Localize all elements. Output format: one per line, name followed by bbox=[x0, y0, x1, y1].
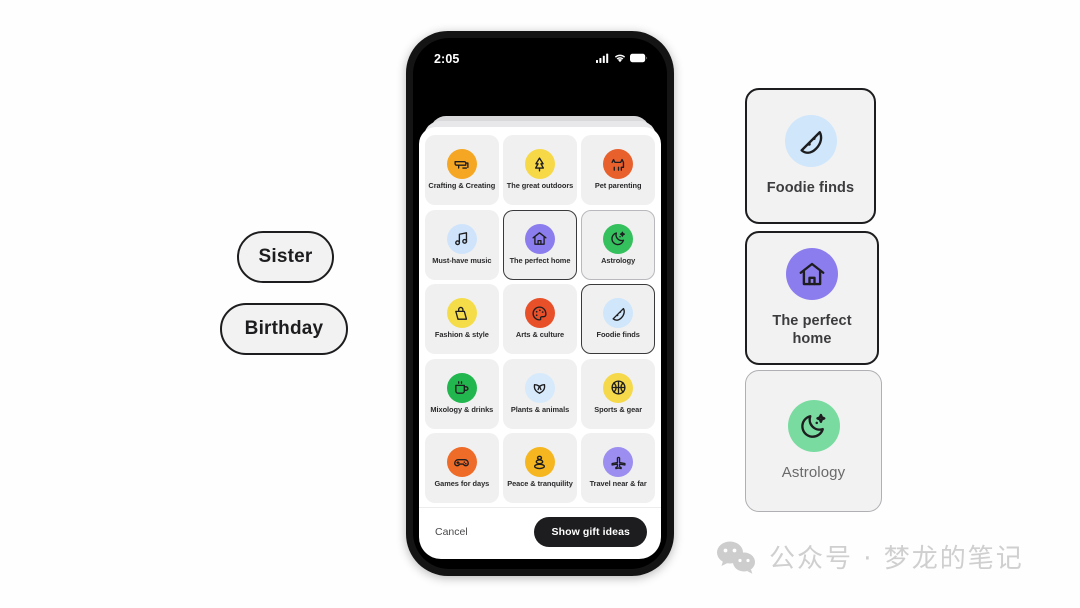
category-tile-astrology[interactable]: Astrology bbox=[581, 209, 655, 280]
moon-stars-icon bbox=[603, 223, 634, 254]
stacked-stones-icon bbox=[524, 447, 555, 478]
phone-mockup: 2:05 Crafting & Creating The great outdo… bbox=[406, 31, 674, 576]
category-tile-the-perfect-home[interactable]: The perfect home bbox=[503, 209, 577, 280]
house-icon bbox=[524, 223, 555, 254]
music-note-icon bbox=[446, 223, 477, 254]
category-tile-grid: Crafting & Creating The great outdoors Pet… bbox=[425, 135, 655, 503]
category-tile-label: Peace & tranquility bbox=[507, 479, 573, 489]
selected-card-astrology[interactable]: Astrology bbox=[745, 370, 882, 512]
category-tile-label: Mixology & drinks bbox=[430, 404, 494, 414]
category-tile-plants-animals[interactable]: Plants & animals bbox=[503, 358, 577, 429]
category-tile-label: Foodie finds bbox=[596, 330, 640, 340]
category-tile-crafting-creating[interactable]: Crafting & Creating bbox=[425, 135, 499, 205]
category-tile-sports-gear[interactable]: Sports & gear bbox=[581, 358, 655, 429]
dog-icon bbox=[603, 149, 634, 180]
pill-sister-label: Sister bbox=[258, 246, 313, 267]
category-tile-label: Crafting & Creating bbox=[428, 181, 496, 191]
selected-card-the-perfect-home[interactable]: The perfect home bbox=[745, 231, 879, 365]
watermark-text: 公众号 · 梦龙的笔记 bbox=[769, 544, 1024, 574]
cellular-signal-icon bbox=[596, 50, 609, 68]
house-icon bbox=[786, 248, 838, 300]
category-tile-label: Travel near & far bbox=[589, 479, 647, 489]
moon-stars-icon bbox=[787, 400, 840, 452]
mug-icon bbox=[446, 372, 477, 403]
watermark: 公众号 · 梦龙的笔记 bbox=[716, 538, 1024, 575]
phone-notch bbox=[497, 44, 583, 68]
leaves-icon bbox=[524, 372, 555, 403]
pizza-slice-icon bbox=[784, 115, 837, 167]
selected-card-foodie-finds[interactable]: Foodie finds bbox=[745, 88, 876, 224]
category-tile-label: Sports & gear bbox=[594, 404, 643, 414]
category-tile-label: Arts & culture bbox=[515, 330, 565, 340]
selected-card-foodie-finds-label: Foodie finds bbox=[766, 180, 855, 196]
category-tile-peace-tranquility[interactable]: Peace & tranquility bbox=[503, 433, 577, 503]
basketball-icon bbox=[603, 372, 634, 403]
show-gift-ideas-button[interactable]: Show gift ideas bbox=[534, 516, 647, 547]
sheet-footer: Cancel Show gift ideas bbox=[419, 507, 661, 559]
status-bar-time: 2:05 bbox=[434, 52, 460, 66]
tree-icon bbox=[524, 149, 555, 180]
pizza-slice-icon bbox=[603, 298, 634, 329]
cancel-button[interactable]: Cancel bbox=[435, 526, 468, 538]
sewing-machine-icon bbox=[446, 149, 477, 180]
pill-birthday-label: Birthday bbox=[244, 318, 324, 339]
selected-card-astrology-label: Astrology bbox=[781, 464, 846, 481]
category-tile-fashion-style[interactable]: Fashion & style bbox=[425, 284, 499, 354]
category-tile-label: Plants & animals bbox=[510, 404, 570, 414]
airplane-icon bbox=[603, 447, 634, 478]
category-tile-label: Pet parenting bbox=[594, 181, 642, 191]
pill-birthday[interactable]: Birthday bbox=[220, 303, 348, 355]
category-grid-scroll[interactable]: Crafting & Creating The great outdoors Pet… bbox=[419, 127, 661, 507]
pill-sister[interactable]: Sister bbox=[237, 231, 334, 283]
wechat-icon bbox=[716, 540, 756, 574]
category-tile-label: Games for days bbox=[434, 479, 490, 489]
category-picker-sheet: Crafting & Creating The great outdoors Pet… bbox=[419, 127, 661, 559]
category-tile-foodie-finds[interactable]: Foodie finds bbox=[581, 284, 655, 354]
category-tile-label: The great outdoors bbox=[506, 181, 574, 191]
category-tile-label: Must-have music bbox=[432, 255, 492, 265]
gamepad-icon bbox=[446, 447, 477, 478]
category-tile-mixology-drinks[interactable]: Mixology & drinks bbox=[425, 358, 499, 429]
paint-palette-icon bbox=[524, 298, 555, 329]
category-tile-label: Astrology bbox=[601, 255, 636, 265]
battery-icon bbox=[630, 50, 648, 68]
category-tile-must-have-music[interactable]: Must-have music bbox=[425, 209, 499, 280]
handbag-icon bbox=[446, 298, 477, 329]
category-tile-label: The perfect home bbox=[509, 255, 571, 265]
category-tile-label: Fashion & style bbox=[434, 330, 489, 340]
phone-screen: 2:05 Crafting & Creating The great outdo… bbox=[413, 38, 667, 569]
selected-card-the-perfect-home-label: The perfect home bbox=[772, 313, 852, 347]
category-tile-pet-parenting[interactable]: Pet parenting bbox=[581, 135, 655, 205]
status-bar-indicators bbox=[596, 50, 648, 68]
wifi-icon bbox=[614, 50, 626, 68]
category-tile-games-for-days[interactable]: Games for days bbox=[425, 433, 499, 503]
screenshot-canvas: Sister Birthday 2:05 Crafting & Creating… bbox=[0, 0, 1080, 608]
category-tile-the-great-outdoors[interactable]: The great outdoors bbox=[503, 135, 577, 205]
category-tile-travel-near-far[interactable]: Travel near & far bbox=[581, 433, 655, 503]
category-tile-arts-culture[interactable]: Arts & culture bbox=[503, 284, 577, 354]
